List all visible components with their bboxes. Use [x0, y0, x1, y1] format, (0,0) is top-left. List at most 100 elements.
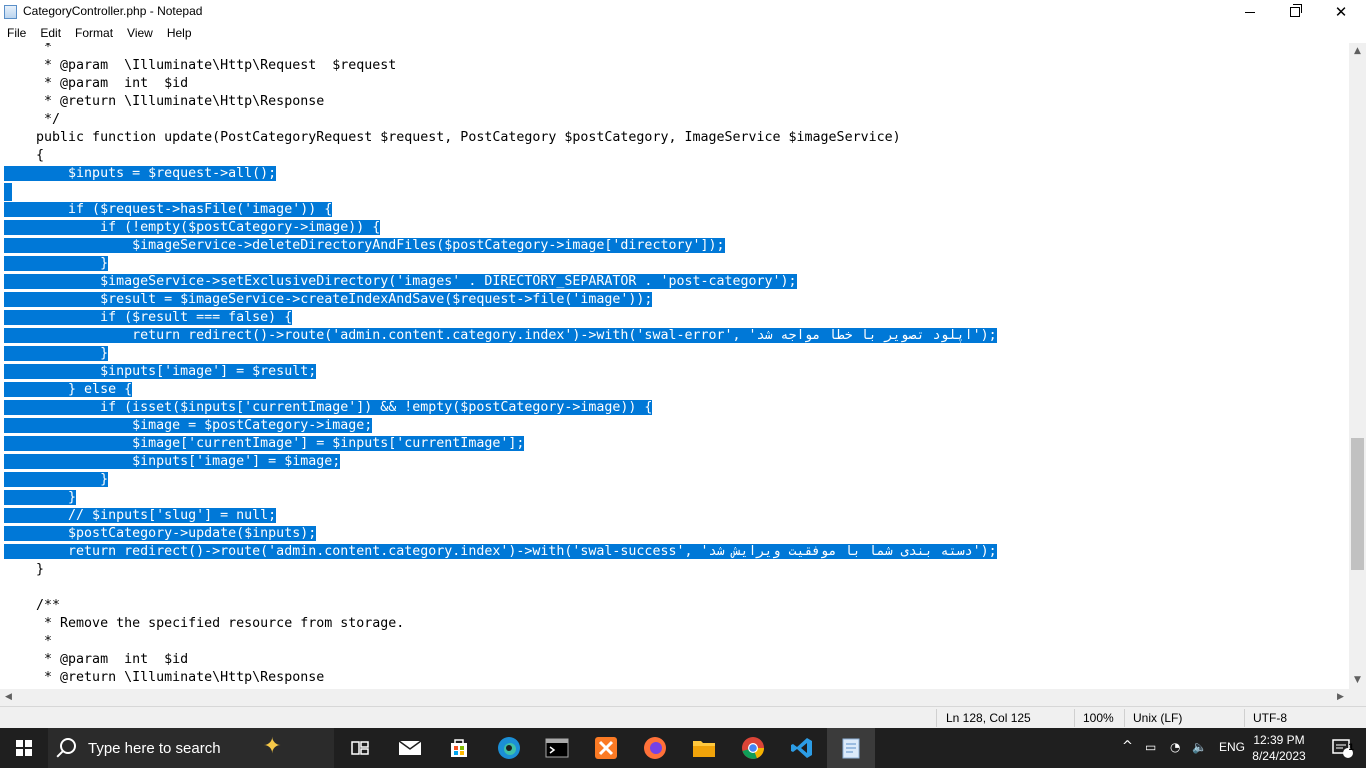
code-line-text: } [4, 472, 109, 487]
language-indicator[interactable]: ENG [1219, 740, 1245, 754]
menu-format[interactable]: Format [68, 24, 120, 42]
code-line-text [4, 183, 12, 201]
code-line-text: * [4, 43, 53, 55]
edge-icon [498, 737, 520, 759]
code-line-text: */ [4, 112, 61, 127]
code-line: */ [4, 111, 60, 129]
restore-icon [1290, 4, 1302, 17]
menu-help[interactable]: Help [160, 24, 199, 42]
code-line-text: if (isset($inputs['currentImage']) && !e… [4, 400, 653, 415]
code-line-text: $image = $postCategory->image; [4, 418, 373, 433]
store-button[interactable] [435, 728, 483, 768]
scroll-right-icon[interactable]: ▶ [1332, 692, 1349, 702]
code-line: } [4, 471, 109, 489]
minimize-button[interactable] [1227, 0, 1273, 24]
code-line: $inputs['image'] = $image; [4, 453, 341, 471]
code-line: $inputs['image'] = $result; [4, 363, 317, 381]
wifi-icon[interactable]: ◔ [1170, 740, 1180, 754]
sparkle-icon[interactable]: ✦ [263, 734, 281, 759]
search-icon [60, 738, 76, 754]
menu-edit[interactable]: Edit [33, 24, 68, 42]
close-button[interactable]: ✕ [1318, 0, 1364, 24]
code-line: * Remove the specified resource from sto… [4, 615, 404, 633]
scroll-down-icon[interactable]: ▼ [1349, 675, 1366, 685]
clock-time: 12:39 PM [1253, 733, 1305, 747]
code-line: if ($request->hasFile('image')) { [4, 201, 333, 219]
status-divider [936, 709, 937, 727]
code-line-text: $imageService->setExclusiveDirectory('im… [4, 274, 797, 289]
chrome-icon [742, 737, 764, 759]
menu-file[interactable]: File [0, 24, 33, 42]
mail-button[interactable] [386, 728, 434, 768]
code-line: if (isset($inputs['currentImage']) && !e… [4, 399, 653, 417]
task-view-button[interactable] [336, 728, 384, 768]
cursor-position: Ln 128, Col 125 [946, 711, 1031, 725]
text-editor[interactable]: * * @param \Illuminate\Http\Request $req… [0, 43, 1349, 689]
code-line: $image = $postCategory->image; [4, 417, 373, 435]
edge-button[interactable] [485, 728, 533, 768]
folder-icon [693, 741, 715, 757]
code-line: $postCategory->update($inputs); [4, 525, 317, 543]
code-line: $imageService->setExclusiveDirectory('im… [4, 273, 797, 291]
vscode-button[interactable] [778, 728, 826, 768]
code-line: * @return \Illuminate\Http\Response [4, 93, 324, 111]
code-line-text: $result = $imageService->createIndexAndS… [4, 292, 653, 307]
clock[interactable]: 12:39 PM 8/24/2023 [1248, 732, 1310, 764]
notification-button[interactable]: 1 [1318, 728, 1366, 768]
vertical-scrollbar[interactable] [1349, 43, 1366, 689]
code-line-text: * @return \Illuminate\Http\Response [4, 94, 325, 109]
code-line: * @return \Illuminate\Http\Response [4, 669, 324, 687]
code-line-text: if (!empty($postCategory->image)) { [4, 220, 381, 235]
file-explorer-button[interactable] [680, 728, 728, 768]
code-line: * [4, 633, 52, 651]
code-line-text: $image['currentImage'] = $inputs['curren… [4, 436, 525, 451]
menu-bar: File Edit Format View Help [0, 24, 1366, 42]
code-line-text: public function update(PostCategoryReque… [4, 130, 901, 145]
xampp-button[interactable] [582, 728, 630, 768]
scroll-up-icon[interactable]: ▲ [1349, 46, 1366, 56]
search-placeholder: Type here to search [88, 740, 221, 757]
code-line: } else { [4, 381, 133, 399]
code-line: public function update(PostCategoryReque… [4, 129, 901, 147]
taskbar-search[interactable]: Type here to search ✦ [48, 728, 334, 768]
code-line-text: // $inputs['slug'] = null; [4, 508, 277, 523]
code-line: $inputs = $request->all(); [4, 165, 277, 183]
horizontal-scrollbar[interactable] [0, 689, 1349, 706]
code-line-text: * [4, 634, 53, 649]
code-line: } [4, 489, 77, 507]
code-line-text: * Remove the specified resource from sto… [4, 616, 405, 631]
code-line-text: if ($result === false) { [4, 310, 293, 325]
code-line: if (!empty($postCategory->image)) { [4, 219, 381, 237]
line-ending: Unix (LF) [1133, 711, 1183, 725]
notepad-taskbar-button[interactable] [827, 728, 875, 768]
notepad-icon [4, 5, 17, 19]
encoding: UTF-8 [1253, 711, 1287, 725]
menu-view[interactable]: View [120, 24, 160, 42]
minimize-icon [1245, 11, 1255, 13]
status-divider [1244, 709, 1245, 727]
zoom-level: 100% [1083, 711, 1114, 725]
mail-icon [398, 740, 422, 755]
vscode-icon [791, 738, 812, 758]
chrome-button[interactable] [729, 728, 777, 768]
network-device-icon[interactable]: ▭ [1145, 740, 1156, 754]
window-title: CategoryController.php - Notepad [23, 4, 203, 18]
firefox-button[interactable] [631, 728, 679, 768]
code-line: } [4, 255, 109, 273]
scroll-left-icon[interactable]: ◀ [0, 692, 17, 702]
code-line: } [4, 345, 109, 363]
firefox-icon [644, 737, 666, 759]
vertical-scroll-thumb[interactable] [1351, 438, 1364, 570]
code-line-text: if ($request->hasFile('image')) { [4, 202, 333, 217]
code-line-text: return redirect()->route('admin.content.… [4, 328, 997, 343]
code-line: * @param int $id [4, 651, 188, 669]
chevron-up-icon[interactable]: ^ [1122, 739, 1133, 754]
code-line-text: } [4, 562, 45, 577]
restore-button[interactable] [1272, 0, 1318, 24]
terminal-button[interactable] [533, 728, 581, 768]
title-bar: CategoryController.php - Notepad ✕ [0, 0, 1366, 24]
start-button[interactable] [0, 728, 48, 768]
store-icon [451, 739, 467, 757]
code-line-text: * @param int $id [4, 76, 189, 91]
volume-icon[interactable]: 🔈 [1192, 740, 1207, 754]
